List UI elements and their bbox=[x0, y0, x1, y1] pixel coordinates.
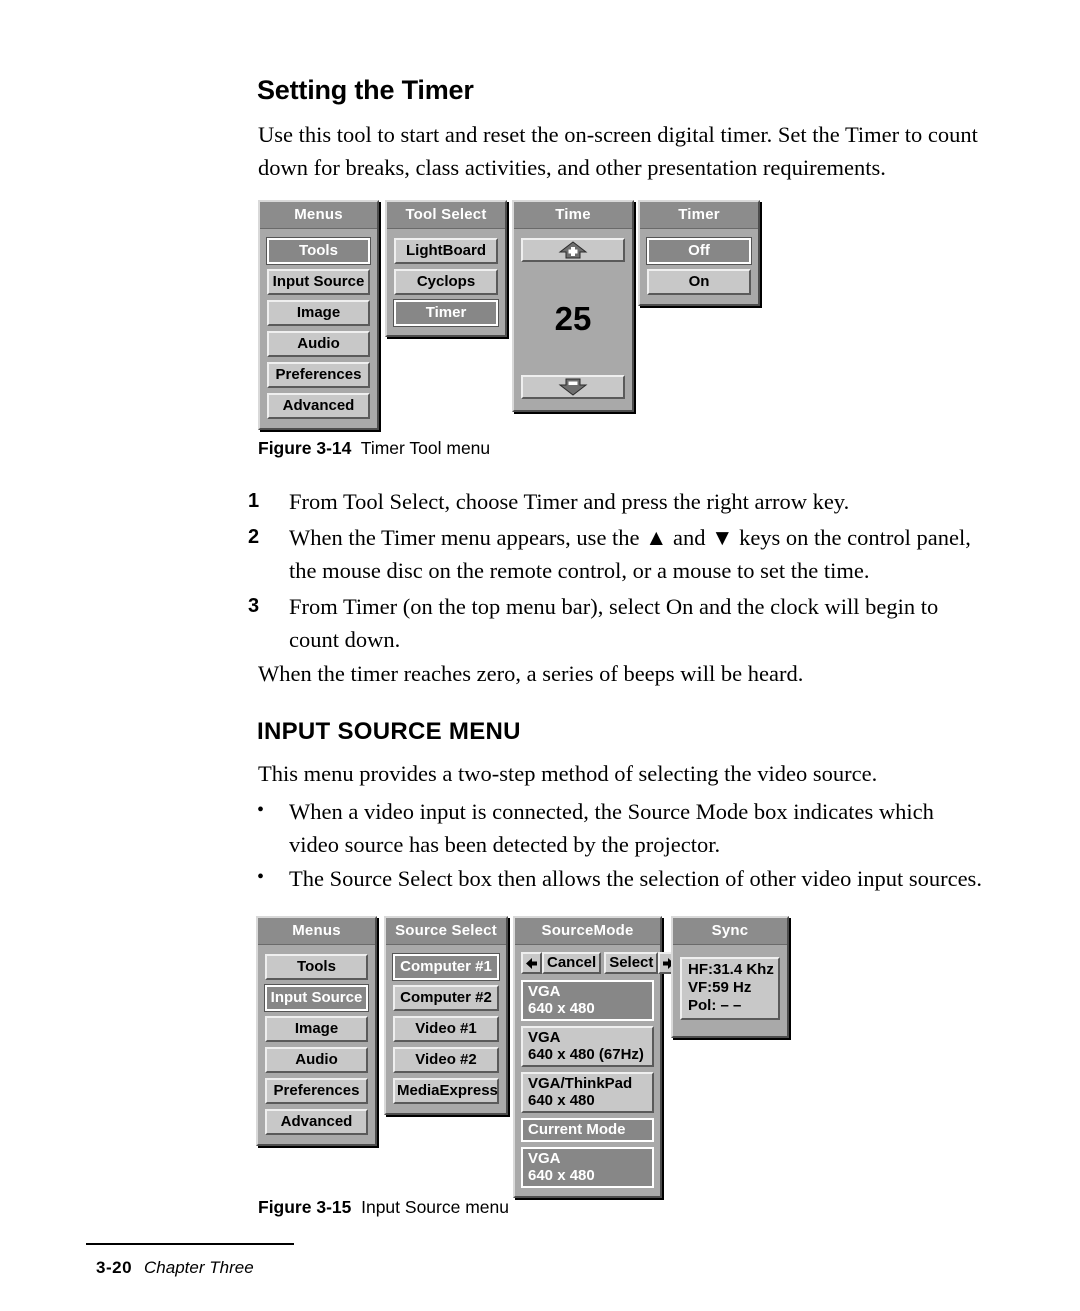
menu-item-advanced[interactable]: Advanced bbox=[267, 393, 370, 419]
menu-item-input-source[interactable]: Input Source bbox=[264, 984, 369, 1012]
step-text: When the Timer menu appears, use the ▲ a… bbox=[289, 525, 971, 583]
source-mode-action-row: Cancel Select bbox=[521, 952, 680, 974]
osd-panel-source-mode: SourceMode Cancel Select VGA 640 x 480 V… bbox=[513, 916, 680, 1198]
bullet-item: • The Source Select box then allows the … bbox=[257, 862, 987, 895]
figure-caption: Figure 3-14 Timer Tool menu bbox=[258, 438, 490, 459]
osd-panel-title: Tool Select bbox=[387, 202, 505, 229]
bullet-dot: • bbox=[257, 866, 265, 888]
source-item-computer-2[interactable]: Computer #2 bbox=[393, 985, 499, 1011]
step-2: 2 When the Timer menu appears, use the ▲… bbox=[248, 521, 978, 587]
step-1: 1 From Tool Select, choose Timer and pre… bbox=[248, 485, 978, 518]
menu-item-image[interactable]: Image bbox=[265, 1016, 368, 1042]
source-mode-current-value: VGA 640 x 480 bbox=[521, 1147, 654, 1188]
timer-value-display: 25 bbox=[554, 299, 592, 337]
source-item-computer-1[interactable]: Computer #1 bbox=[392, 953, 500, 981]
time-decrease-button[interactable] bbox=[521, 375, 625, 399]
section-heading-input-source: INPUT SOURCE MENU bbox=[257, 718, 521, 745]
intro-paragraph: Use this tool to start and reset the on-… bbox=[258, 122, 978, 180]
osd-panel-menus: Menus Tools Input Source Image Audio Pre… bbox=[256, 916, 377, 1146]
cancel-button[interactable]: Cancel bbox=[542, 952, 602, 974]
source-mode-item-line1: VGA bbox=[528, 1150, 561, 1167]
bullet-dot: • bbox=[257, 799, 265, 821]
source-mode-item-line1: VGA bbox=[528, 1029, 561, 1046]
sync-line-pol: Pol: – – bbox=[688, 997, 742, 1014]
figure-caption: Figure 3-15 Input Source menu bbox=[258, 1197, 509, 1218]
select-button[interactable]: Select bbox=[604, 952, 659, 974]
step-number: 1 bbox=[248, 490, 260, 512]
osd-panel-sync: Sync HF:31.4 Khz VF:59 Hz Pol: – – bbox=[671, 916, 789, 1038]
step-number: 3 bbox=[248, 595, 260, 617]
osd-panel-time: Time 25 bbox=[512, 200, 634, 412]
source-mode-item-line2: 640 x 480 bbox=[528, 1167, 595, 1184]
osd-panel-title: Menus bbox=[260, 202, 377, 229]
osd-panel-title: Source Select bbox=[386, 918, 506, 945]
figure-caption-text: Input Source menu bbox=[361, 1197, 509, 1217]
cancel-left-arrow-button[interactable] bbox=[521, 952, 542, 974]
source-item-video-1[interactable]: Video #1 bbox=[393, 1016, 499, 1042]
source-mode-item[interactable]: VGA/ThinkPad 640 x 480 bbox=[521, 1072, 654, 1113]
source-mode-item-line1: VGA/ThinkPad bbox=[528, 1075, 633, 1092]
post-steps-note: When the timer reaches zero, a series of… bbox=[258, 661, 804, 686]
timer-option-off[interactable]: Off bbox=[646, 237, 752, 265]
footer-divider bbox=[86, 1243, 294, 1245]
menu-item-image[interactable]: Image bbox=[267, 300, 370, 326]
osd-panel-title: Menus bbox=[258, 918, 375, 945]
osd-panel-title: Time bbox=[514, 202, 632, 229]
timer-option-on[interactable]: On bbox=[647, 269, 751, 295]
document-page: Setting the Timer Use this tool to start… bbox=[0, 0, 1080, 1311]
step-text: From Timer (on the top menu bar), select… bbox=[289, 594, 939, 652]
source-item-video-2[interactable]: Video #2 bbox=[393, 1047, 499, 1073]
source-mode-item[interactable]: VGA 640 x 480 (67Hz) bbox=[521, 1026, 654, 1067]
time-increase-button[interactable] bbox=[521, 238, 625, 262]
bullet-item: • When a video input is connected, the S… bbox=[257, 795, 977, 861]
bullet-text: The Source Select box then allows the se… bbox=[289, 866, 982, 891]
menu-item-tools[interactable]: Tools bbox=[265, 954, 368, 980]
menu-item-advanced[interactable]: Advanced bbox=[265, 1109, 368, 1135]
left-arrow-icon bbox=[526, 957, 537, 969]
page-title: Setting the Timer bbox=[257, 75, 474, 105]
step-text: From Tool Select, choose Timer and press… bbox=[289, 489, 850, 514]
source-mode-item-line1: Current Mode bbox=[528, 1121, 626, 1138]
source-mode-item-line2: 640 x 480 (67Hz) bbox=[528, 1046, 644, 1063]
source-mode-item[interactable]: VGA 640 x 480 bbox=[521, 980, 654, 1021]
page-footer: 3-20 Chapter Three bbox=[96, 1258, 254, 1278]
tool-item-timer[interactable]: Timer bbox=[393, 299, 499, 327]
osd-panel-title: Sync bbox=[673, 918, 787, 945]
footer-page-number: 3-20 bbox=[96, 1258, 133, 1277]
sync-readout: HF:31.4 Khz VF:59 Hz Pol: – – bbox=[680, 957, 780, 1020]
step-3: 3 From Timer (on the top menu bar), sele… bbox=[248, 590, 978, 656]
menu-item-audio[interactable]: Audio bbox=[265, 1047, 368, 1073]
bullet-text: When a video input is connected, the Sou… bbox=[289, 799, 934, 857]
osd-panel-menus: Menus Tools Input Source Image Audio Pre… bbox=[258, 200, 379, 430]
figure-caption-label: Figure 3-15 bbox=[258, 1197, 352, 1217]
menu-item-input-source[interactable]: Input Source bbox=[267, 269, 370, 295]
menu-item-preferences[interactable]: Preferences bbox=[267, 362, 370, 388]
source-item-mediaexpress[interactable]: MediaExpress bbox=[393, 1078, 499, 1104]
figure-caption-text: Timer Tool menu bbox=[360, 438, 491, 458]
osd-panel-title: Timer bbox=[640, 202, 758, 229]
source-mode-current-mode-label: Current Mode bbox=[521, 1118, 654, 1142]
tool-item-lightboard[interactable]: LightBoard bbox=[394, 238, 498, 264]
step-number: 2 bbox=[248, 526, 260, 548]
osd-panel-tool-select: Tool Select LightBoard Cyclops Timer bbox=[385, 200, 507, 337]
figure-caption-label: Figure 3-14 bbox=[258, 438, 352, 458]
tool-item-cyclops[interactable]: Cyclops bbox=[394, 269, 498, 295]
down-arrow-minus-icon bbox=[558, 378, 588, 396]
input-source-intro: This menu provides a two-step method of … bbox=[258, 761, 878, 786]
source-mode-item-line2: 640 x 480 bbox=[528, 1000, 595, 1017]
sync-line-vf: VF:59 Hz bbox=[688, 979, 752, 996]
osd-panel-source-select: Source Select Computer #1 Computer #2 Vi… bbox=[384, 916, 508, 1115]
footer-chapter-name: Chapter Three bbox=[144, 1258, 254, 1277]
up-arrow-plus-icon bbox=[558, 241, 588, 259]
source-mode-item-line1: VGA bbox=[528, 983, 561, 1000]
source-mode-item-line2: 640 x 480 bbox=[528, 1092, 595, 1109]
menu-item-tools[interactable]: Tools bbox=[266, 237, 371, 265]
menu-item-preferences[interactable]: Preferences bbox=[265, 1078, 368, 1104]
osd-panel-title: SourceMode bbox=[515, 918, 660, 945]
osd-panel-timer: Timer Off On bbox=[638, 200, 760, 306]
menu-item-audio[interactable]: Audio bbox=[267, 331, 370, 357]
sync-line-hf: HF:31.4 Khz bbox=[688, 961, 774, 978]
